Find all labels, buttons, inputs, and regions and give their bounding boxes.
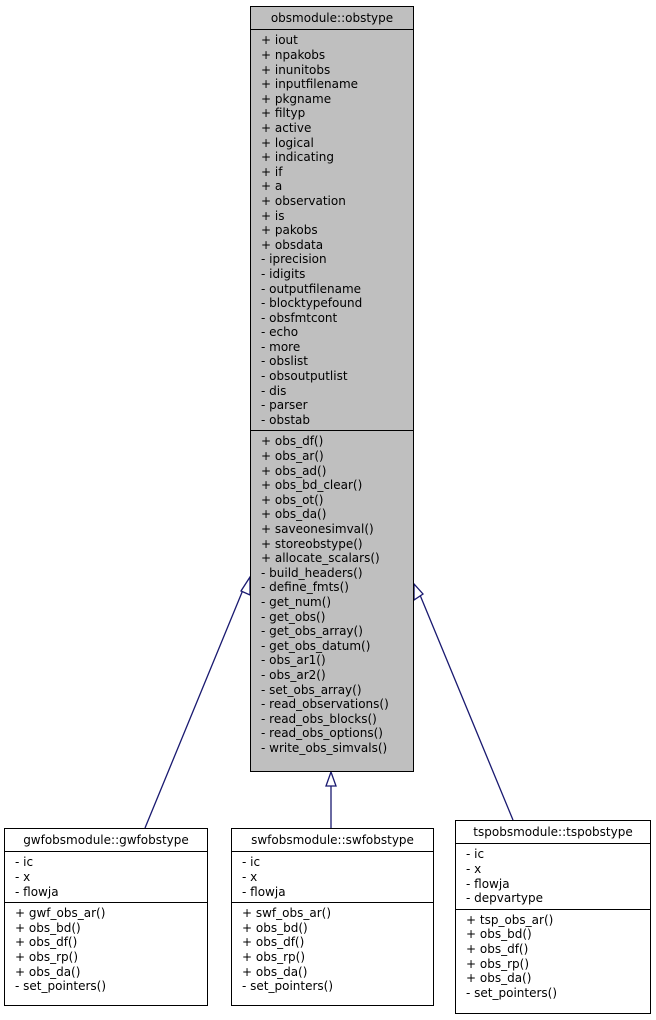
- attribute-item[interactable]: + if: [261, 165, 413, 180]
- method-item[interactable]: - get_obs(): [261, 610, 413, 625]
- method-list: + swf_obs_ar() + obs_bd() + obs_df() + obs_…: [232, 902, 433, 997]
- method-list: + obs_df() + obs_ar() + obs_ad() + obs_bd_c…: [251, 430, 413, 758]
- method-item[interactable]: + obs_df(): [261, 434, 413, 449]
- method-item[interactable]: + saveonesimval(): [261, 522, 413, 537]
- attribute-item[interactable]: - flowja: [15, 885, 207, 900]
- attribute-item[interactable]: + pakobs: [261, 223, 413, 238]
- attribute-item[interactable]: - echo: [261, 325, 413, 340]
- attribute-item[interactable]: - ic: [15, 855, 207, 870]
- attribute-item[interactable]: - x: [15, 870, 207, 885]
- arrowhead-gwfobstype: [240, 574, 251, 597]
- method-item[interactable]: + obs_bd(): [466, 927, 650, 942]
- method-item[interactable]: - obs_ar2(): [261, 668, 413, 683]
- attribute-item[interactable]: + is: [261, 209, 413, 224]
- class-name: gwfobsmodule::gwfobstype: [5, 829, 207, 853]
- class-name: tspobsmodule::tspobstype: [456, 821, 650, 845]
- attribute-item[interactable]: - depvartype: [466, 891, 650, 906]
- method-item[interactable]: + obs_da(): [15, 965, 207, 980]
- method-list: + gwf_obs_ar() + obs_bd() + obs_df() + obs_…: [5, 902, 207, 997]
- edge-gwfobstype-to-obstype: [144, 584, 246, 829]
- method-item[interactable]: - read_observations(): [261, 697, 413, 712]
- method-item[interactable]: - get_obs_datum(): [261, 639, 413, 654]
- method-item[interactable]: - set_pointers(): [466, 986, 650, 1001]
- class-box-tspobstype[interactable]: tspobsmodule::tspobstype - ic - x- flowja…: [455, 820, 651, 1014]
- method-item[interactable]: + obs_df(): [466, 942, 650, 957]
- method-item[interactable]: - set_pointers(): [242, 979, 433, 994]
- method-item[interactable]: + obs_rp(): [15, 950, 207, 965]
- attribute-item[interactable]: - flowja: [242, 885, 433, 900]
- method-item[interactable]: + obs_bd(): [242, 921, 433, 936]
- method-item[interactable]: - get_obs_array(): [261, 624, 413, 639]
- class-box-obstype[interactable]: obsmodule::obstype + iout + npakobs + inun…: [250, 6, 414, 772]
- method-item[interactable]: + obs_da(): [242, 965, 433, 980]
- attribute-item[interactable]: - obsoutputlist: [261, 369, 413, 384]
- attribute-item[interactable]: + filtyp: [261, 106, 413, 121]
- attribute-item[interactable]: - more: [261, 340, 413, 355]
- method-item[interactable]: + allocate_scalars(): [261, 551, 413, 566]
- method-item[interactable]: - get_num(): [261, 595, 413, 610]
- method-item[interactable]: + obs_bd(): [15, 921, 207, 936]
- attribute-item[interactable]: - outputfilename: [261, 282, 413, 297]
- method-item[interactable]: + swf_obs_ar(): [242, 906, 433, 921]
- method-item[interactable]: + obs_ar(): [261, 449, 413, 464]
- method-item[interactable]: + obs_ad(): [261, 464, 413, 479]
- attribute-item[interactable]: + npakobs: [261, 48, 413, 63]
- attribute-item[interactable]: - obstab: [261, 413, 413, 428]
- method-item[interactable]: - set_pointers(): [15, 979, 207, 994]
- method-item[interactable]: - build_headers(): [261, 566, 413, 581]
- method-item[interactable]: + obs_da(): [261, 507, 413, 522]
- attribute-item[interactable]: - parser: [261, 398, 413, 413]
- class-box-swfobstype[interactable]: swfobsmodule::swfobstype - ic - x- flowja…: [231, 828, 434, 1006]
- attribute-item[interactable]: - flowja: [466, 877, 650, 892]
- attribute-item[interactable]: - obslist: [261, 354, 413, 369]
- attribute-item[interactable]: + inputfilename: [261, 77, 413, 92]
- method-item[interactable]: + obs_df(): [15, 935, 207, 950]
- method-item[interactable]: + obs_bd_clear(): [261, 478, 413, 493]
- method-item[interactable]: - set_obs_array(): [261, 683, 413, 698]
- attribute-item[interactable]: - ic: [242, 855, 433, 870]
- edge-tspobstype-to-obstype: [419, 594, 514, 821]
- class-box-gwfobstype[interactable]: gwfobsmodule::gwfobstype - ic - x- flowja…: [4, 828, 208, 1006]
- attribute-item[interactable]: - x: [466, 862, 650, 877]
- attribute-item[interactable]: + indicating: [261, 150, 413, 165]
- method-list: + tsp_obs_ar() + obs_bd() + obs_df() + obs_…: [456, 908, 650, 1004]
- class-name: swfobsmodule::swfobstype: [232, 829, 433, 853]
- method-item[interactable]: - read_obs_options(): [261, 726, 413, 741]
- attribute-item[interactable]: + iout: [261, 33, 413, 48]
- method-item[interactable]: + obs_rp(): [466, 957, 650, 972]
- attribute-item[interactable]: + logical: [261, 136, 413, 151]
- attribute-item[interactable]: - obsfmtcont: [261, 311, 413, 326]
- method-item[interactable]: + obs_df(): [242, 935, 433, 950]
- attribute-list: - ic - x- flowja: [5, 852, 207, 902]
- attribute-item[interactable]: - iprecision: [261, 252, 413, 267]
- attribute-item[interactable]: - dis: [261, 384, 413, 399]
- attribute-item[interactable]: - blocktypefound: [261, 296, 413, 311]
- method-item[interactable]: - obs_ar1(): [261, 653, 413, 668]
- method-item[interactable]: - read_obs_blocks(): [261, 712, 413, 727]
- method-item[interactable]: + obs_ot(): [261, 493, 413, 508]
- method-item[interactable]: + tsp_obs_ar(): [466, 913, 650, 928]
- attribute-item[interactable]: + observation: [261, 194, 413, 209]
- attribute-list: + iout + npakobs + inunitobs + inputfilenam…: [251, 30, 413, 430]
- method-item[interactable]: + obs_da(): [466, 971, 650, 986]
- method-item[interactable]: + storeobstype(): [261, 537, 413, 552]
- method-item[interactable]: + obs_rp(): [242, 950, 433, 965]
- method-item[interactable]: + gwf_obs_ar(): [15, 906, 207, 921]
- method-item[interactable]: - define_fmts(): [261, 580, 413, 595]
- attribute-list: - ic - x- flowja - depvartype: [456, 844, 650, 908]
- attribute-item[interactable]: + obsdata: [261, 238, 413, 253]
- attribute-item[interactable]: + active: [261, 121, 413, 136]
- attribute-item[interactable]: - x: [242, 870, 433, 885]
- attribute-list: - ic - x- flowja: [232, 852, 433, 902]
- arrowhead-swfobstype: [325, 770, 337, 787]
- method-item[interactable]: - write_obs_simvals(): [261, 741, 413, 756]
- class-name: obsmodule::obstype: [251, 7, 413, 31]
- attribute-item[interactable]: + pkgname: [261, 92, 413, 107]
- attribute-item[interactable]: + inunitobs: [261, 63, 413, 78]
- attribute-item[interactable]: + a: [261, 179, 413, 194]
- attribute-item[interactable]: - idigits: [261, 267, 413, 282]
- attribute-item[interactable]: - ic: [466, 847, 650, 862]
